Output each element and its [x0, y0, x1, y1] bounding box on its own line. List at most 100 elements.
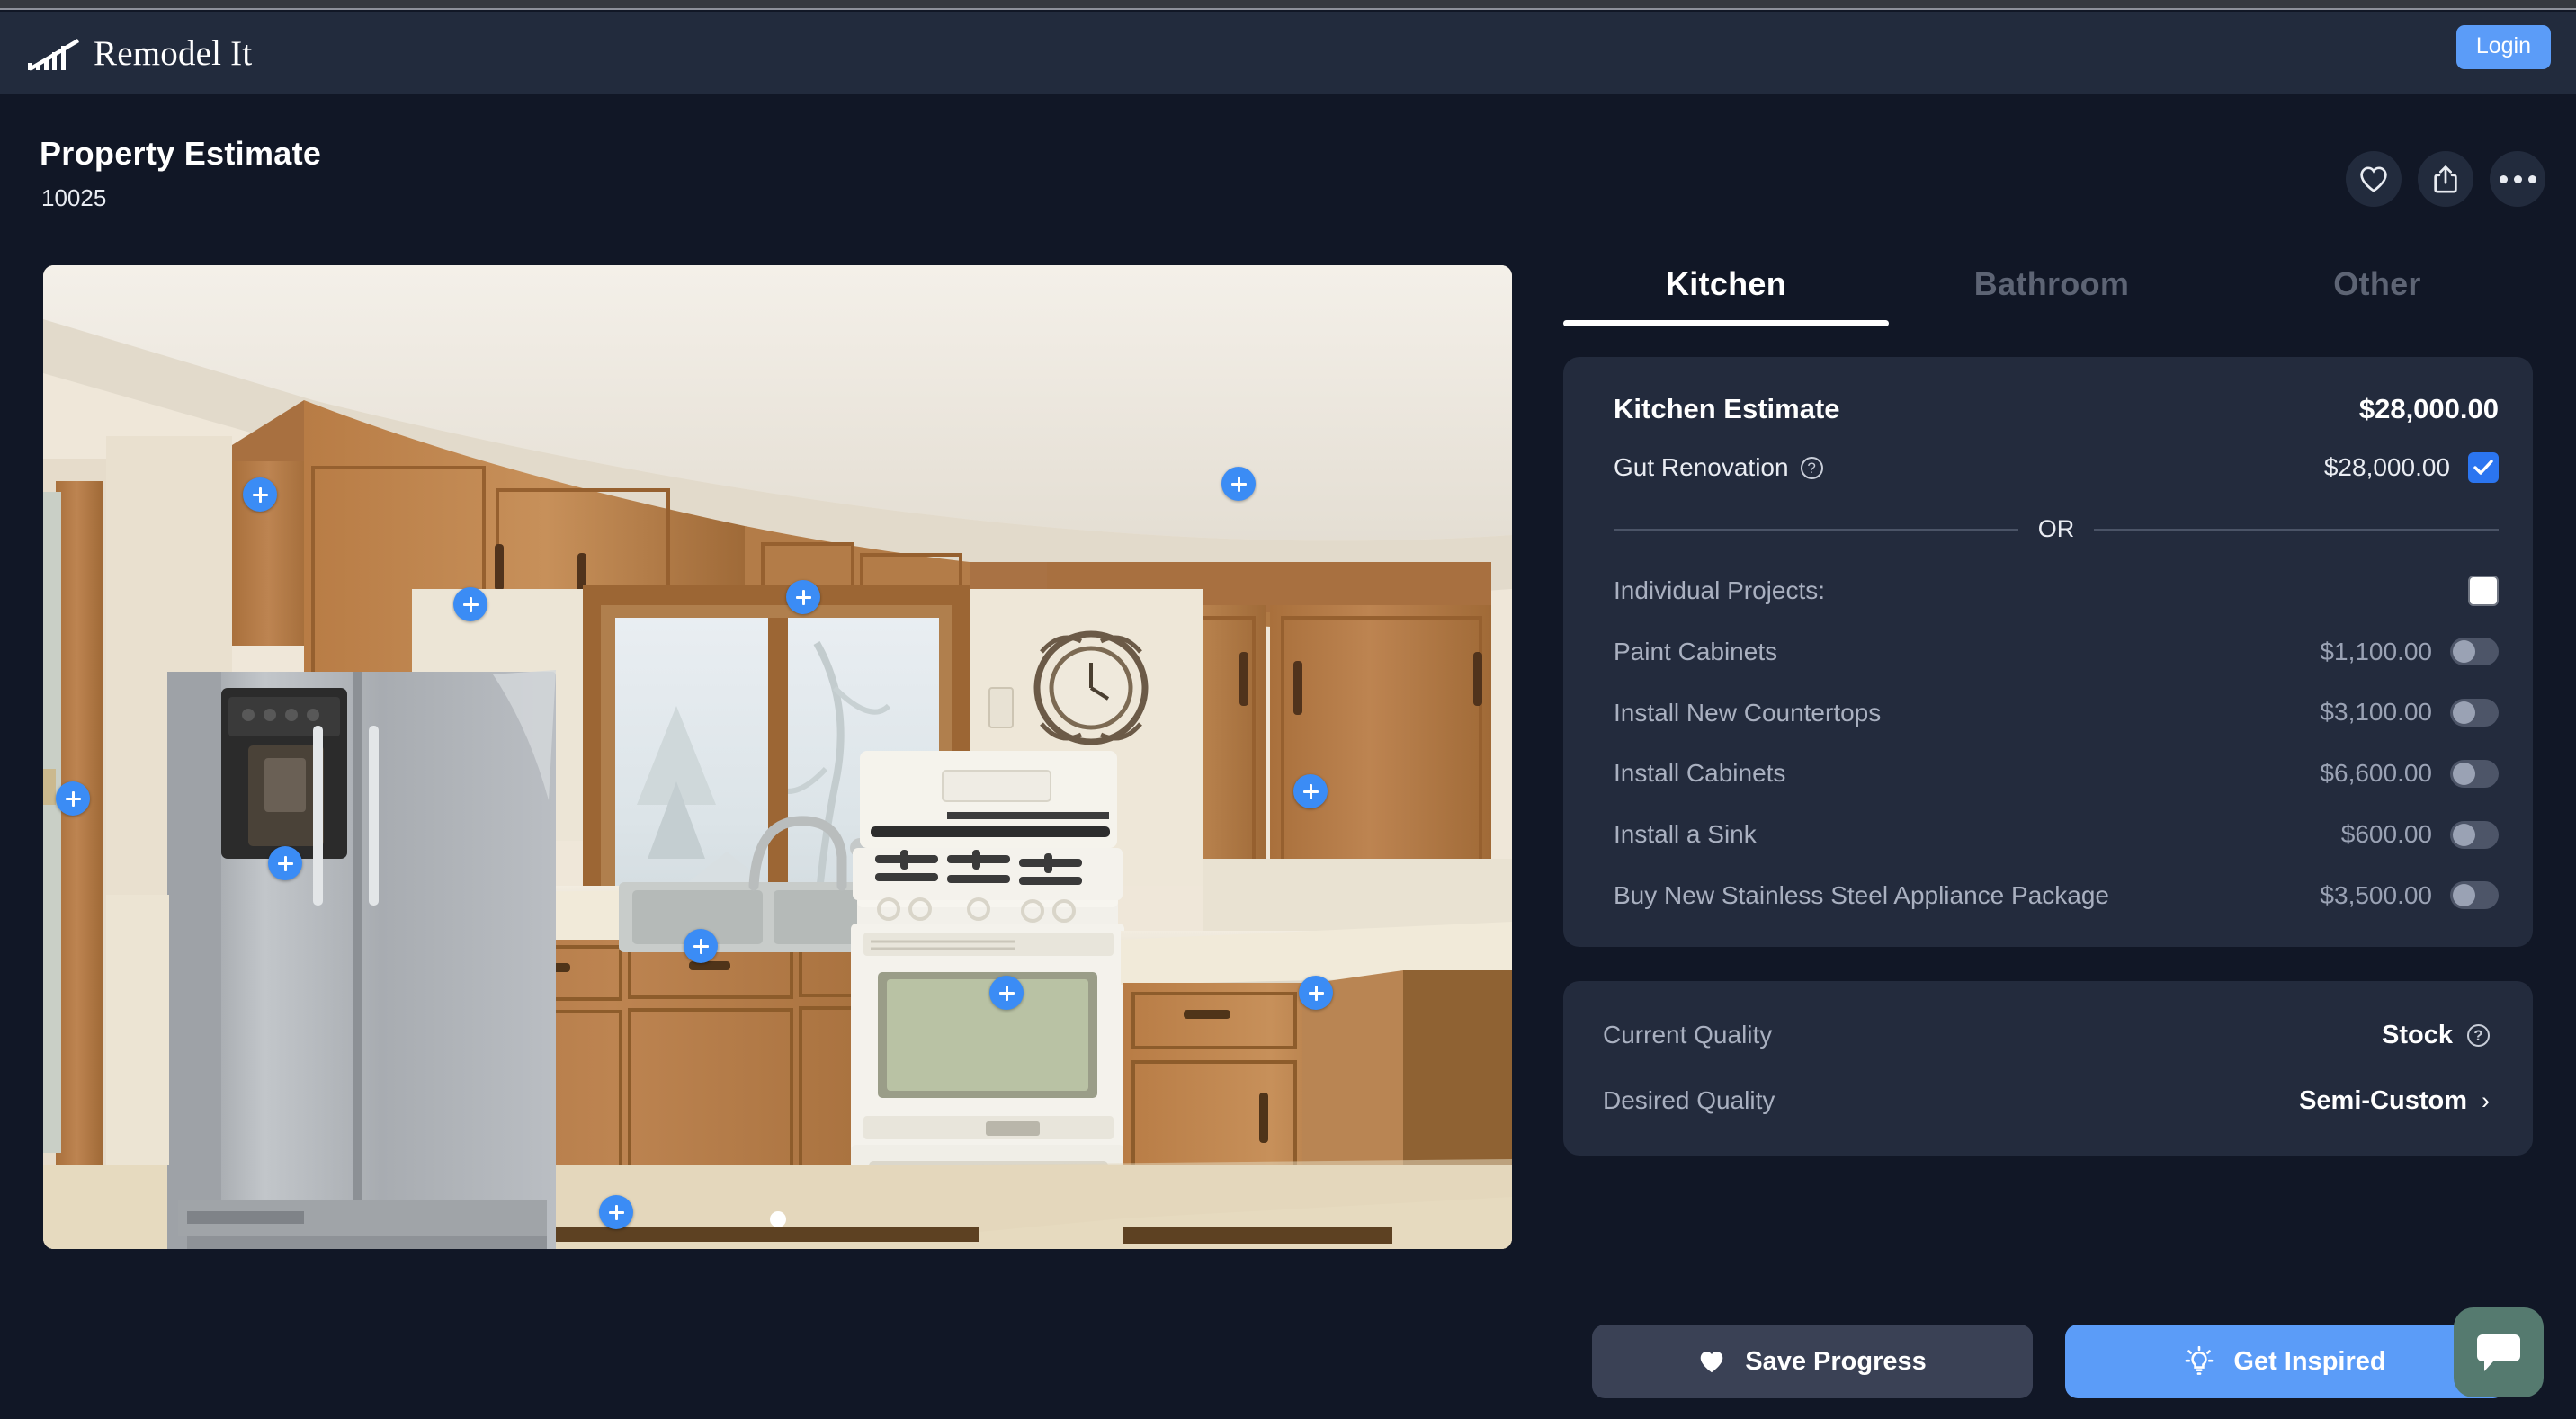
- chevron-right-icon: ›: [2482, 1086, 2490, 1114]
- project-toggle[interactable]: [2450, 698, 2499, 727]
- current-quality-value: Stock: [2382, 1020, 2453, 1049]
- project-row[interactable]: Buy New Stainless Steel Appliance Packag…: [1614, 879, 2499, 913]
- save-progress-label: Save Progress: [1745, 1346, 1927, 1376]
- ellipsis-icon: [2499, 174, 2536, 183]
- photo-hotspot[interactable]: [1221, 467, 1256, 501]
- project-toggle[interactable]: [2450, 638, 2499, 666]
- project-price: $3,100.00: [2320, 698, 2432, 727]
- current-quality-label: Current Quality: [1603, 1021, 1773, 1049]
- desired-quality-value: Semi-Custom: [2299, 1085, 2467, 1115]
- toggle-knob: [2453, 701, 2475, 724]
- get-inspired-button[interactable]: Get Inspired: [2065, 1325, 2506, 1398]
- project-label: Install New Countertops: [1614, 698, 1882, 727]
- desired-quality-label: Desired Quality: [1603, 1086, 1775, 1115]
- project-value-group: $1,100.00: [2320, 638, 2499, 666]
- help-icon[interactable]: ?: [2467, 1023, 2490, 1047]
- property-photo-panel[interactable]: [43, 265, 1512, 1249]
- quality-card: Current Quality Stock ? Desired Quality …: [1563, 980, 2533, 1156]
- project-toggle[interactable]: [2450, 759, 2499, 788]
- estimate-total-row: Kitchen Estimate $28,000.00: [1614, 393, 2499, 425]
- project-label: Install Cabinets: [1614, 759, 1786, 788]
- chat-widget-button[interactable]: [2454, 1307, 2544, 1397]
- project-label: Install a Sink: [1614, 820, 1757, 849]
- kitchen-estimate-card: Kitchen Estimate $28,000.00 Gut Renovati…: [1563, 357, 2533, 947]
- photo-hotspot[interactable]: [684, 929, 718, 963]
- toggle-knob: [2453, 884, 2475, 907]
- project-value-group: $6,600.00: [2320, 759, 2499, 788]
- lightbulb-icon: [2185, 1346, 2214, 1375]
- app-header: Remodel It Login: [0, 12, 2576, 94]
- help-icon[interactable]: ?: [1800, 456, 1823, 479]
- individual-projects-checkbox[interactable]: [2468, 575, 2499, 606]
- more-options-button[interactable]: [2490, 151, 2545, 207]
- photo-hotspot[interactable]: [1299, 976, 1333, 1010]
- project-price: $1,100.00: [2320, 637, 2432, 665]
- photo-hotspot[interactable]: [243, 477, 277, 512]
- project-label: Buy New Stainless Steel Appliance Packag…: [1614, 880, 2109, 909]
- login-button[interactable]: Login: [2455, 25, 2551, 69]
- photo-hotspot[interactable]: [1293, 774, 1328, 808]
- gut-renovation-label-group: Gut Renovation ?: [1614, 453, 1823, 482]
- tab-other[interactable]: Other: [2214, 265, 2540, 346]
- project-label: Paint Cabinets: [1614, 637, 1778, 665]
- get-inspired-label: Get Inspired: [2233, 1346, 2386, 1376]
- heart-icon: [2360, 165, 2387, 192]
- photo-hotspot[interactable]: [453, 587, 487, 621]
- project-price: $3,500.00: [2320, 880, 2432, 909]
- individual-projects-row[interactable]: Individual Projects:: [1614, 574, 2499, 608]
- toggle-knob: [2453, 640, 2475, 664]
- gut-renovation-row[interactable]: Gut Renovation ? $28,000.00: [1614, 452, 2499, 483]
- project-row[interactable]: Install a Sink $600.00: [1614, 817, 2499, 852]
- estimate-card-title: Kitchen Estimate: [1614, 393, 1840, 424]
- toggle-knob: [2453, 823, 2475, 846]
- save-progress-button[interactable]: Save Progress: [1592, 1325, 2033, 1398]
- estimate-total-amount: $28,000.00: [2358, 393, 2499, 424]
- project-price: $600.00: [2340, 820, 2432, 849]
- photo-hotspot[interactable]: [786, 580, 820, 614]
- photo-hotspot[interactable]: [989, 976, 1024, 1010]
- tab-kitchen[interactable]: Kitchen: [1563, 265, 1889, 346]
- photo-hotspot[interactable]: [56, 781, 90, 816]
- gut-renovation-label: Gut Renovation: [1614, 453, 1789, 481]
- photo-hotspot[interactable]: [599, 1195, 633, 1229]
- project-value-group: $3,500.00: [2320, 881, 2499, 910]
- project-row[interactable]: Paint Cabinets $1,100.00: [1614, 635, 2499, 669]
- toggle-knob: [2453, 762, 2475, 785]
- chat-bubble-icon: [2477, 1334, 2520, 1371]
- check-icon: [2473, 460, 2493, 475]
- project-toggle[interactable]: [2450, 881, 2499, 910]
- project-row[interactable]: Install New Countertops $3,100.00: [1614, 696, 2499, 730]
- project-price: $6,600.00: [2320, 759, 2432, 788]
- project-toggle[interactable]: [2450, 820, 2499, 849]
- tab-active-underline: [1563, 320, 1889, 326]
- share-button[interactable]: [2418, 151, 2473, 207]
- estimate-sidebar: Kitchen Bathroom Other Kitchen Estimate …: [1563, 265, 2533, 1156]
- favorite-button[interactable]: [2346, 151, 2402, 207]
- or-divider: OR: [1614, 515, 2499, 543]
- project-row[interactable]: Install Cabinets $6,600.00: [1614, 756, 2499, 790]
- or-label: OR: [2037, 515, 2075, 542]
- tab-bathroom[interactable]: Bathroom: [1889, 265, 2214, 346]
- project-value-group: $600.00: [2341, 820, 2499, 849]
- heart-icon: [1700, 1351, 1723, 1372]
- page-title: Property Estimate: [40, 135, 322, 172]
- current-quality-value-group: Stock ?: [2382, 1021, 2490, 1050]
- gut-renovation-checkbox[interactable]: [2468, 452, 2499, 483]
- app-logo[interactable]: Remodel It: [25, 33, 252, 74]
- page-subtitle-zipcode: 10025: [41, 184, 107, 211]
- carousel-dot[interactable]: [769, 1211, 786, 1227]
- browser-chrome-strip: [0, 0, 2576, 10]
- bottom-action-bar: Save Progress Get Inspired: [1592, 1325, 2506, 1398]
- gut-renovation-value-group: $28,000.00: [2324, 452, 2499, 483]
- tab-bathroom-label: Bathroom: [1973, 265, 2130, 302]
- divider-line-right: [2094, 528, 2499, 531]
- gut-renovation-price: $28,000.00: [2323, 453, 2450, 481]
- photo-hotspot[interactable]: [268, 846, 302, 880]
- app-logo-text: Remodel It: [94, 33, 253, 73]
- kitchen-photo: [43, 265, 1512, 1249]
- project-value-group: $3,100.00: [2320, 698, 2499, 727]
- tab-kitchen-label: Kitchen: [1665, 265, 1787, 302]
- current-quality-row: Current Quality Stock ?: [1603, 1021, 2490, 1050]
- desired-quality-row[interactable]: Desired Quality Semi-Custom ›: [1603, 1086, 2490, 1116]
- individual-projects-label: Individual Projects:: [1614, 576, 1826, 604]
